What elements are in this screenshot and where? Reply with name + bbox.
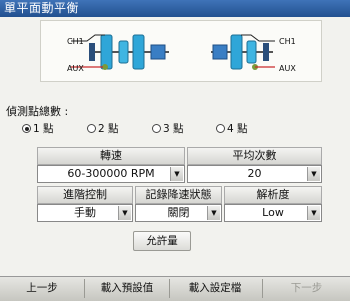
load-preset-button[interactable]: 載入預設值	[85, 277, 169, 300]
radio-unselected-icon	[152, 124, 161, 133]
resolution-value: Low	[262, 206, 284, 219]
advanced-select[interactable]: 手動 ▼	[37, 204, 133, 222]
chevron-down-icon[interactable]: ▼	[170, 167, 183, 181]
radio-label: 2 點	[98, 123, 119, 135]
advanced-header: 進階控制	[37, 186, 133, 204]
radio-3-point[interactable]: 3 點	[152, 121, 184, 136]
window-title: 單平面動平衡	[0, 0, 350, 17]
average-value: 20	[247, 167, 262, 180]
rotor-diagram-svg	[71, 34, 275, 70]
prev-button[interactable]: 上一步	[0, 277, 84, 300]
next-button[interactable]: 下一步	[263, 277, 350, 300]
resolution-header: 解析度	[224, 186, 322, 204]
radio-unselected-icon	[87, 124, 96, 133]
right-rotor-assembly	[211, 34, 275, 70]
speed-select[interactable]: 60-300000 RPM ▼	[37, 165, 185, 183]
aux-label-left: AUX	[67, 64, 84, 73]
average-select[interactable]: 20 ▼	[187, 165, 322, 183]
record-select[interactable]: 關閉 ▼	[135, 204, 222, 222]
radio-4-point[interactable]: 4 點	[216, 121, 248, 136]
tolerance-button[interactable]: 允許量	[133, 231, 191, 251]
ch1-label-right: CH1	[279, 37, 296, 46]
radio-label: 3 點	[163, 123, 184, 135]
load-settings-button[interactable]: 載入設定檔	[170, 277, 260, 300]
advanced-value: 手動	[74, 206, 96, 219]
sensor-diagram: CH1 AUX CH1 AUX	[40, 20, 322, 82]
chevron-down-icon[interactable]: ▼	[307, 167, 320, 181]
radio-label: 4 點	[227, 123, 248, 135]
radio-1-point[interactable]: 1 點	[22, 121, 54, 136]
resolution-select[interactable]: Low ▼	[224, 204, 322, 222]
record-header: 記錄降速狀態	[135, 186, 222, 204]
aux-label-right: AUX	[279, 64, 296, 73]
left-rotor-assembly	[71, 34, 169, 70]
radio-label: 1 點	[33, 123, 54, 135]
speed-header: 轉速	[37, 147, 185, 165]
average-header: 平均次數	[187, 147, 322, 165]
speed-value: 60-300000 RPM	[67, 167, 155, 180]
radio-2-point[interactable]: 2 點	[87, 121, 119, 136]
record-value: 關閉	[167, 206, 190, 219]
radio-unselected-icon	[216, 124, 225, 133]
radio-selected-icon	[22, 124, 31, 133]
chevron-down-icon[interactable]: ▼	[118, 206, 131, 220]
chevron-down-icon[interactable]: ▼	[207, 206, 220, 220]
ch1-label-left: CH1	[67, 37, 84, 46]
sensor-count-label: 偵測點總數 :	[6, 105, 69, 118]
chevron-down-icon[interactable]: ▼	[307, 206, 320, 220]
